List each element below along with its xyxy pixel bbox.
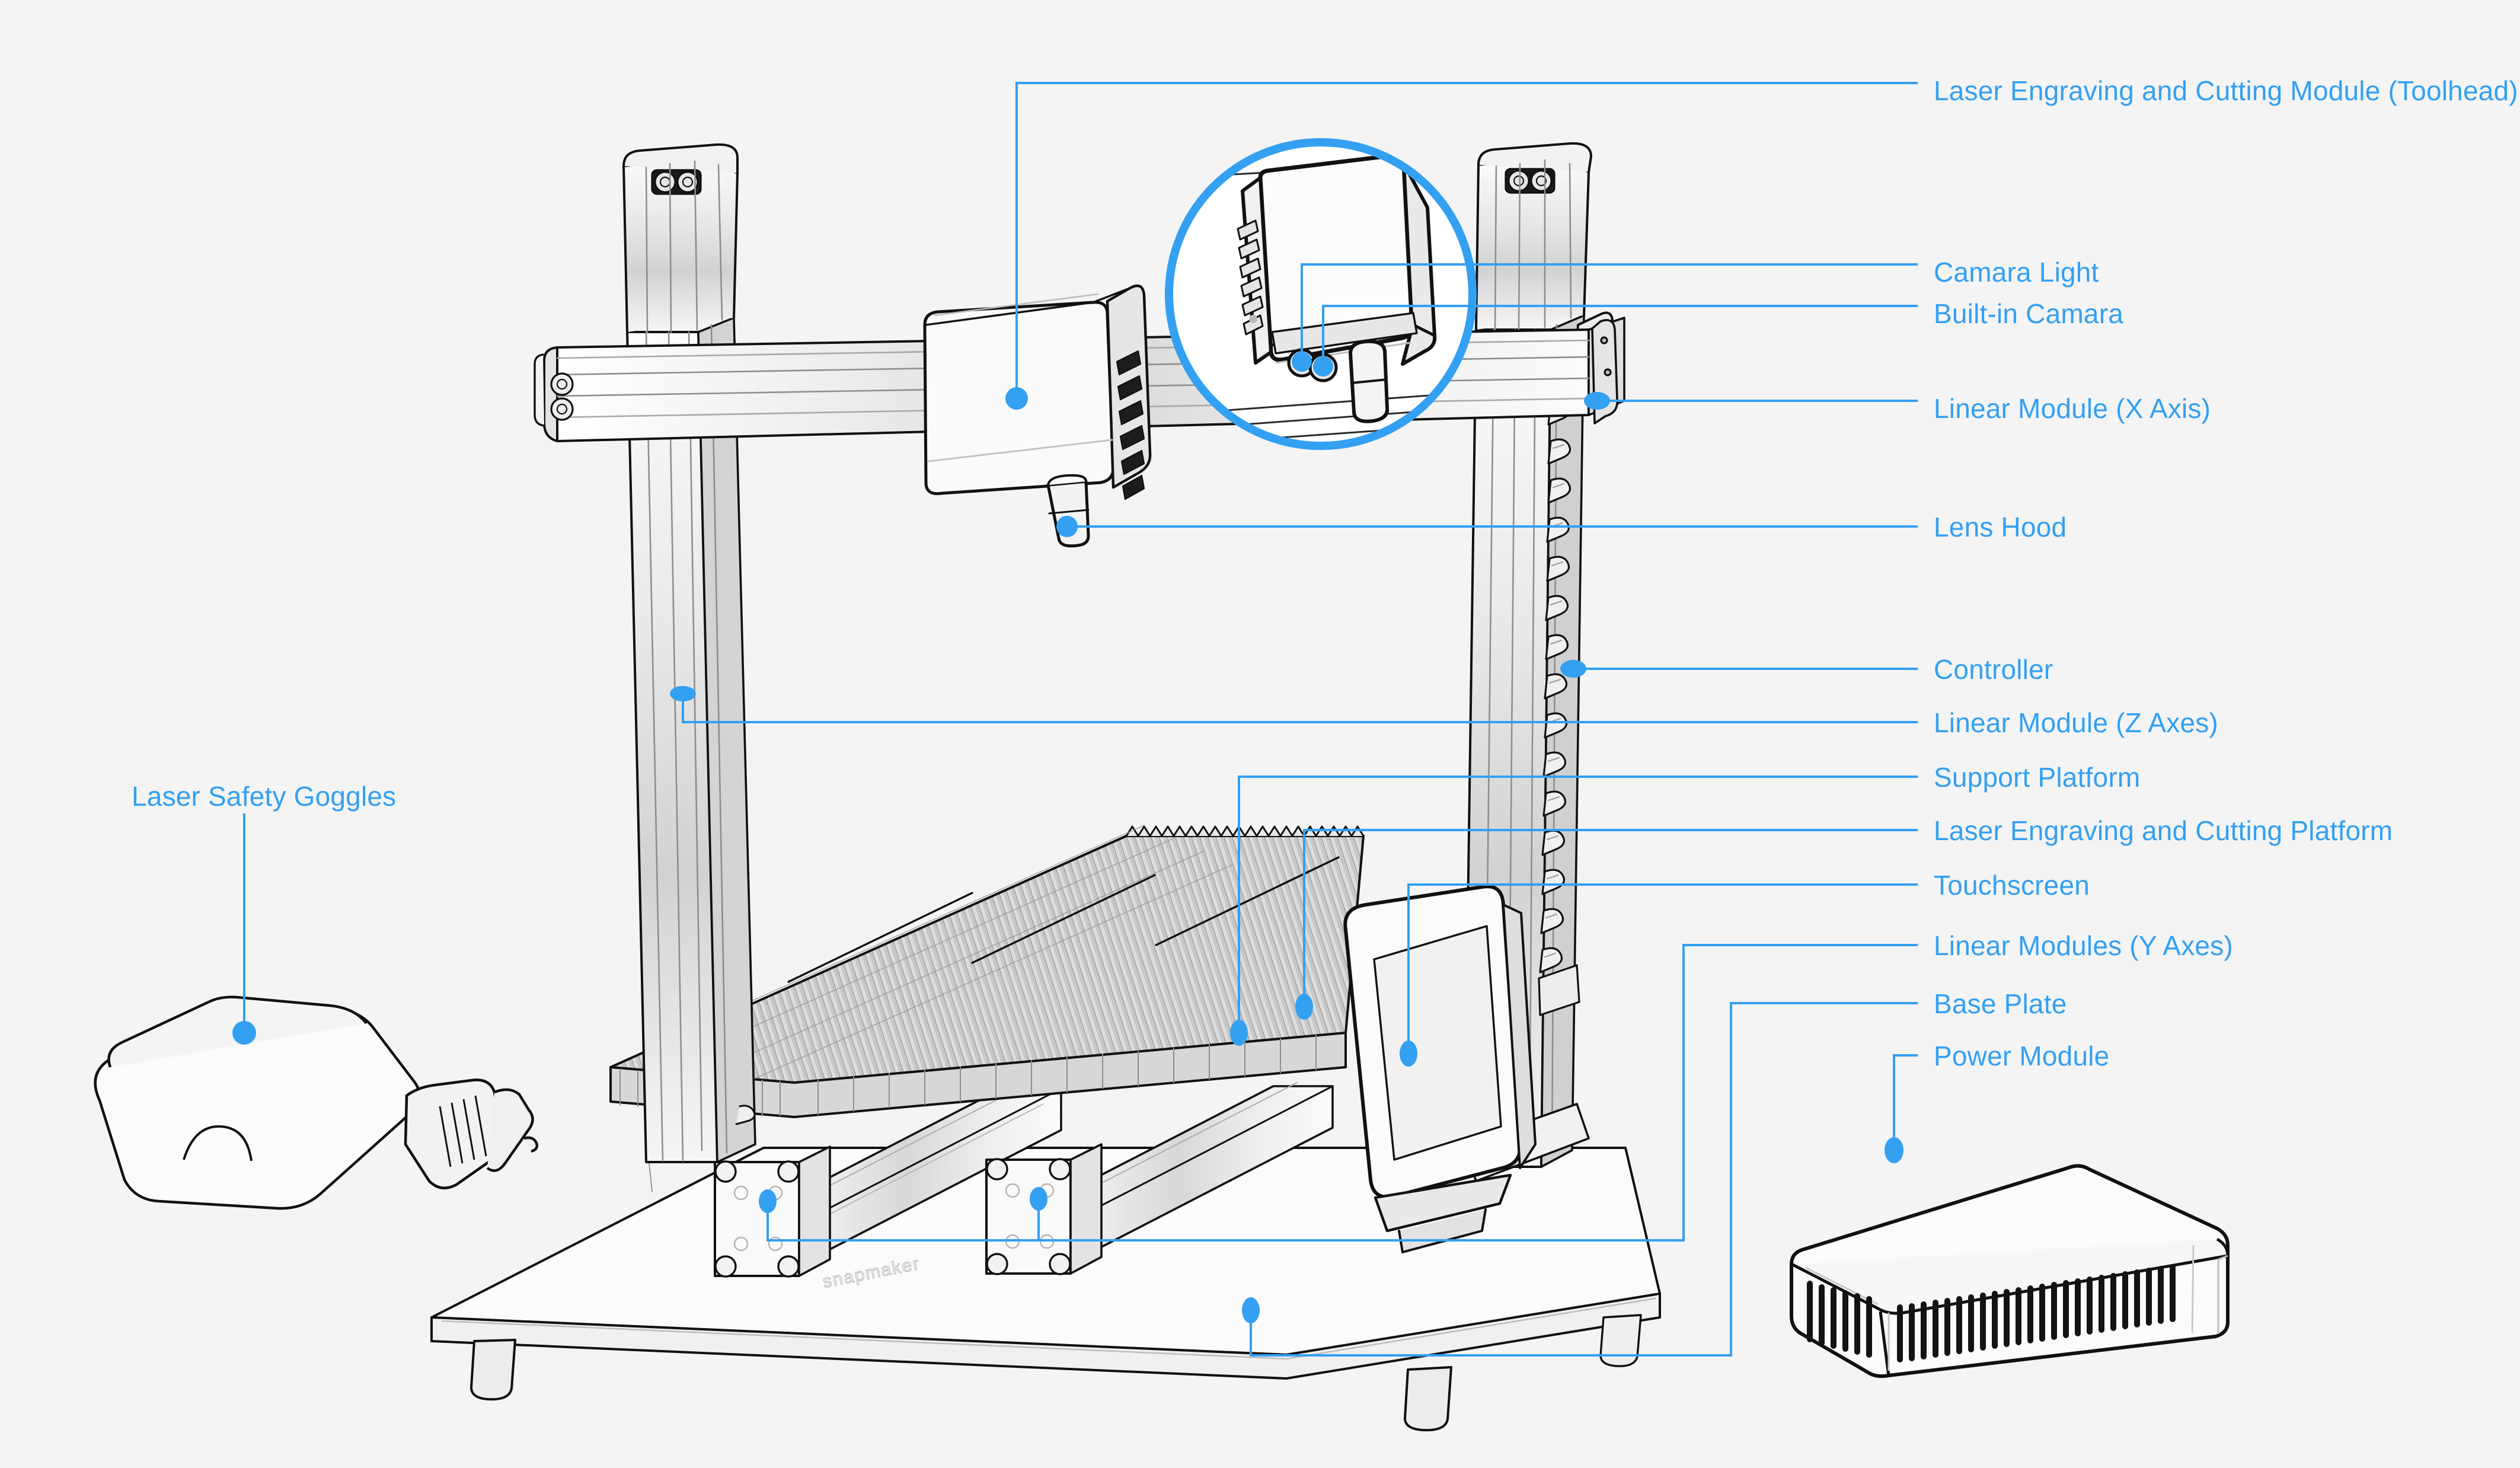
leader-goggles — [232, 813, 256, 1045]
leader-built-in-camera — [1313, 305, 1918, 376]
leader-support-platform — [1230, 776, 1918, 1046]
callout-label-camera-light: Camara Light — [1934, 257, 2099, 288]
callout-label-linear-module-z: Linear Module (Z Axes) — [1934, 707, 2218, 738]
callout-label-goggles: Laser Safety Goggles — [132, 781, 397, 812]
callout-label-toolhead: Laser Engraving and Cutting Module (Tool… — [1934, 75, 2518, 106]
leader-linear-modules-y — [759, 944, 1918, 1242]
callout-label-power-module: Power Module — [1934, 1041, 2110, 1071]
callout-label-base-plate: Base Plate — [1934, 988, 2067, 1019]
leader-toolhead — [1005, 82, 1918, 410]
callout-label-lens-hood: Lens Hood — [1934, 512, 2067, 542]
callout-label-built-in-camera: Built-in Camara — [1934, 298, 2123, 329]
leader-touchscreen — [1400, 883, 1918, 1067]
leader-linear-module-z — [670, 686, 1918, 723]
leader-power-module — [1885, 1054, 1918, 1163]
leader-lens-hood — [1056, 516, 1918, 537]
leader-linear-module-x — [1584, 392, 1918, 410]
diagram-canvas: snapmaker Laser Engraving and Cutting Mo… — [0, 0, 2520, 1468]
leader-controller — [1560, 660, 1918, 678]
leader-base-plate — [1242, 1002, 1918, 1357]
callout-label-linear-modules-y: Linear Modules (Y Axes) — [1934, 930, 2233, 961]
callout-label-touchscreen: Touchscreen — [1934, 870, 2090, 901]
callout-label-support-platform: Support Platform — [1934, 762, 2141, 793]
callout-label-laser-platform: Laser Engraving and Cutting Platform — [1934, 815, 2393, 846]
callout-label-linear-module-x: Linear Module (X Axis) — [1934, 393, 2211, 424]
leader-laser-platform — [1295, 829, 1918, 1020]
leader-camera-light — [1292, 263, 1918, 372]
callout-label-controller: Controller — [1934, 654, 2053, 685]
